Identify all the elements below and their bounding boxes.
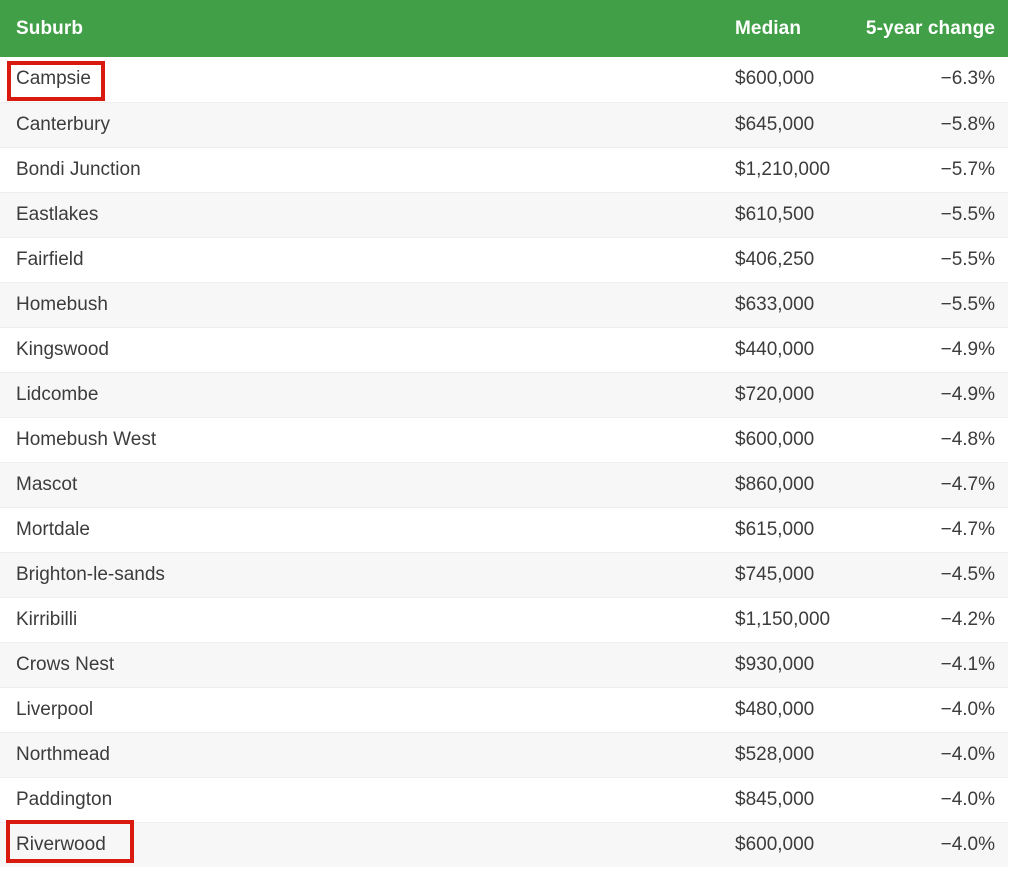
cell-median: $600,000 bbox=[360, 416, 820, 462]
table-row[interactable]: Fairfield $406,250 −5.5% bbox=[0, 236, 1008, 282]
cell-suburb: Brighton-le-sands bbox=[0, 551, 360, 597]
table-row[interactable]: Liverpool $480,000 −4.0% bbox=[0, 686, 1008, 732]
table-row[interactable]: Mascot $860,000 −4.7% bbox=[0, 461, 1008, 507]
table-row[interactable]: Homebush West $600,000 −4.8% bbox=[0, 416, 1008, 462]
cell-suburb: Homebush bbox=[0, 281, 360, 327]
suburb-median-table: Suburb Median 5-year change Campsie $600,… bbox=[0, 0, 1008, 867]
column-header-5-year-change[interactable]: 5-year change bbox=[820, 0, 1008, 57]
cell-5-year-change: −4.7% bbox=[820, 461, 1008, 507]
table-row[interactable]: Mortdale $615,000 −4.7% bbox=[0, 506, 1008, 552]
cell-suburb: Lidcombe bbox=[0, 371, 360, 417]
cell-5-year-change: −4.0% bbox=[820, 686, 1008, 732]
cell-suburb: Campsie bbox=[16, 68, 91, 90]
table-row[interactable]: Campsie $600,000 −6.3% bbox=[0, 57, 1008, 102]
table-row[interactable]: Canterbury $645,000 −5.8% bbox=[0, 101, 1008, 147]
cell-5-year-change: −4.7% bbox=[820, 506, 1008, 552]
cell-median: $406,250 bbox=[360, 236, 820, 282]
table-row[interactable]: Kingswood $440,000 −4.9% bbox=[0, 326, 1008, 372]
table-row[interactable]: Kirribilli $1,150,000 −4.2% bbox=[0, 596, 1008, 642]
cell-median: $615,000 bbox=[360, 506, 820, 552]
cell-median: $645,000 bbox=[360, 101, 820, 147]
cell-suburb: Fairfield bbox=[0, 236, 360, 282]
cell-median: $528,000 bbox=[360, 731, 820, 777]
cell-5-year-change: −4.0% bbox=[820, 821, 1008, 867]
cell-5-year-change: −5.8% bbox=[820, 101, 1008, 147]
cell-median: $633,000 bbox=[360, 281, 820, 327]
cell-suburb: Canterbury bbox=[0, 101, 360, 147]
cell-suburb: Northmead bbox=[0, 731, 360, 777]
cell-5-year-change: −4.5% bbox=[820, 551, 1008, 597]
cell-5-year-change: −5.5% bbox=[820, 236, 1008, 282]
cell-5-year-change: −5.7% bbox=[820, 146, 1008, 192]
table-row[interactable]: Paddington $845,000 −4.0% bbox=[0, 776, 1008, 822]
cell-5-year-change: −4.8% bbox=[820, 416, 1008, 462]
table-row[interactable]: Lidcombe $720,000 −4.9% bbox=[0, 371, 1008, 417]
table-body: Campsie $600,000 −6.3% Canterbury $645,000 −5… bbox=[0, 57, 1008, 867]
cell-5-year-change: −4.9% bbox=[820, 371, 1008, 417]
cell-median: $600,000 bbox=[735, 68, 815, 90]
cell-median: $845,000 bbox=[360, 776, 820, 822]
cell-median: $930,000 bbox=[360, 641, 820, 687]
cell-suburb: Mascot bbox=[0, 461, 360, 507]
cell-5-year-change: −4.2% bbox=[820, 596, 1008, 642]
cell-median: $610,500 bbox=[360, 191, 820, 237]
cell-suburb: Mortdale bbox=[0, 506, 360, 552]
cell-suburb: Crows Nest bbox=[0, 641, 360, 687]
cell-5-year-change: −5.5% bbox=[820, 191, 1008, 237]
cell-suburb: Homebush West bbox=[0, 416, 360, 462]
table-row[interactable]: Crows Nest $930,000 −4.1% bbox=[0, 641, 1008, 687]
cell-5-year-change: −4.9% bbox=[820, 326, 1008, 372]
cell-median: $1,210,000 bbox=[360, 146, 830, 192]
table-row[interactable]: Brighton-le-sands $745,000 −4.5% bbox=[0, 551, 1008, 597]
cell-suburb: Kirribilli bbox=[0, 596, 360, 642]
cell-5-year-change: −4.0% bbox=[820, 731, 1008, 777]
cell-suburb: Riverwood bbox=[0, 821, 360, 867]
table-row[interactable]: Bondi Junction $1,210,000 −5.7% bbox=[0, 146, 1008, 192]
table-row[interactable]: Homebush $633,000 −5.5% bbox=[0, 281, 1008, 327]
table-header: Suburb Median 5-year change bbox=[0, 0, 1008, 57]
cell-median: $600,000 bbox=[360, 821, 820, 867]
cell-median: $720,000 bbox=[360, 371, 820, 417]
column-header-suburb[interactable]: Suburb bbox=[0, 0, 360, 57]
cell-5-year-change: −6.3% bbox=[940, 68, 995, 90]
cell-suburb: Paddington bbox=[0, 776, 360, 822]
cell-median: $480,000 bbox=[360, 686, 820, 732]
suburb-table-container: Suburb Median 5-year change Campsie $600,… bbox=[0, 0, 1008, 867]
cell-median: $745,000 bbox=[360, 551, 820, 597]
table-row[interactable]: Northmead $528,000 −4.0% bbox=[0, 731, 1008, 777]
cell-suburb: Bondi Junction bbox=[0, 146, 360, 192]
table-header-row: Suburb Median 5-year change bbox=[0, 0, 1008, 57]
table-row[interactable]: Eastlakes $610,500 −5.5% bbox=[0, 191, 1008, 237]
table-row[interactable]: Riverwood $600,000 −4.0% bbox=[0, 821, 1008, 867]
cell-5-year-change: −5.5% bbox=[820, 281, 1008, 327]
cell-suburb: Eastlakes bbox=[0, 191, 360, 237]
cell-median: $440,000 bbox=[360, 326, 820, 372]
cell-5-year-change: −4.1% bbox=[820, 641, 1008, 687]
cell-5-year-change: −4.0% bbox=[820, 776, 1008, 822]
cell-suburb: Liverpool bbox=[0, 686, 360, 732]
cell-median: $860,000 bbox=[360, 461, 820, 507]
cell-suburb: Kingswood bbox=[0, 326, 360, 372]
cell-median: $1,150,000 bbox=[360, 596, 830, 642]
column-header-median[interactable]: Median bbox=[360, 0, 820, 57]
